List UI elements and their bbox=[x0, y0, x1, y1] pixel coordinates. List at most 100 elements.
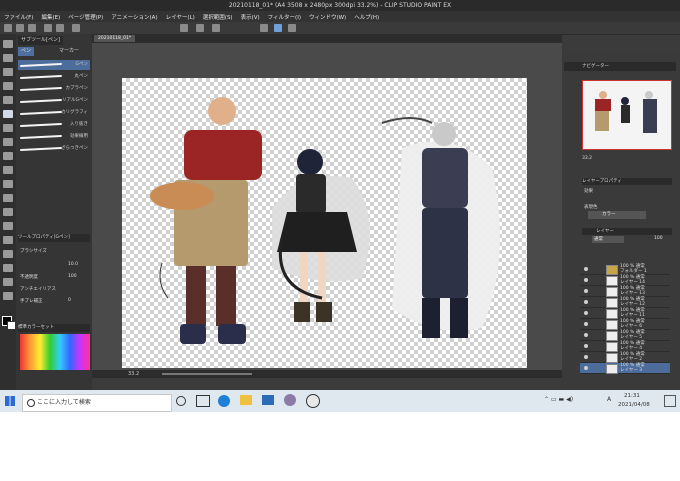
menu-layer[interactable]: レイヤー(L) bbox=[166, 13, 195, 21]
pencil-tool-icon[interactable] bbox=[3, 124, 13, 132]
tab-navigator[interactable]: ナビゲーター bbox=[564, 62, 676, 71]
lasso-tool-icon[interactable] bbox=[3, 82, 13, 90]
brush-item[interactable]: ざらつきペン bbox=[18, 144, 90, 154]
navigator-zoom-value[interactable]: 33.2 bbox=[582, 156, 592, 161]
deselect-icon[interactable] bbox=[212, 24, 220, 32]
open-file-icon[interactable] bbox=[16, 24, 24, 32]
fill-icon[interactable] bbox=[196, 24, 204, 32]
menu-view[interactable]: 表示(V) bbox=[241, 13, 260, 21]
undo-icon[interactable] bbox=[44, 24, 52, 32]
menu-page[interactable]: ページ管理(P) bbox=[68, 13, 103, 21]
tab-pen[interactable]: ペン bbox=[18, 47, 35, 56]
text-tool-icon[interactable] bbox=[3, 264, 13, 272]
transform-icon[interactable] bbox=[180, 24, 188, 32]
pen-tool-icon[interactable] bbox=[3, 110, 13, 118]
store-icon[interactable] bbox=[262, 395, 274, 405]
menu-selection[interactable]: 選択範囲(S) bbox=[203, 13, 233, 21]
layer-item[interactable]: 100 % 通常 レイヤー 11 bbox=[580, 308, 670, 319]
clear-icon[interactable] bbox=[72, 24, 80, 32]
visibility-eye-icon[interactable] bbox=[584, 355, 588, 359]
visibility-eye-icon[interactable] bbox=[584, 289, 588, 293]
layer-item[interactable]: 100 % 通常 レイヤー 12 bbox=[580, 297, 670, 308]
brush-item[interactable]: カブラペン bbox=[18, 84, 90, 94]
snap-ruler-icon[interactable] bbox=[260, 24, 268, 32]
layer-item[interactable]: 100 % 通常 レイヤー 2 bbox=[580, 352, 670, 363]
layer-item[interactable]: 100 % 通常 レイヤー 3 bbox=[580, 363, 670, 374]
select-tool-icon[interactable] bbox=[3, 68, 13, 76]
zoom-tool-icon[interactable] bbox=[3, 40, 13, 48]
correction-tool-icon[interactable] bbox=[3, 292, 13, 300]
brush-item[interactable]: Gペン bbox=[18, 60, 90, 70]
ime-indicator[interactable]: A bbox=[607, 396, 611, 403]
navigator-preview[interactable] bbox=[582, 80, 672, 150]
visibility-eye-icon[interactable] bbox=[584, 311, 588, 315]
layer-item[interactable]: 100 % 通常 レイヤー 13 bbox=[580, 286, 670, 297]
balloon-tool-icon[interactable] bbox=[3, 278, 13, 286]
menu-animation[interactable]: アニメーション(A) bbox=[111, 13, 157, 21]
brush-item[interactable]: 丸ペン bbox=[18, 72, 90, 82]
prop-stabilization-value[interactable]: 0 bbox=[68, 298, 71, 303]
eraser-tool-icon[interactable] bbox=[3, 166, 13, 174]
menu-help[interactable]: ヘルプ(H) bbox=[354, 13, 379, 21]
figure-tool-icon[interactable] bbox=[3, 222, 13, 230]
move-tool-icon[interactable] bbox=[3, 54, 13, 62]
frame-tool-icon[interactable] bbox=[3, 236, 13, 244]
snap-grid-icon[interactable] bbox=[288, 24, 296, 32]
visibility-eye-icon[interactable] bbox=[584, 278, 588, 282]
ruler-tool-icon[interactable] bbox=[3, 250, 13, 258]
layer-item[interactable]: 100 % 通常 レイヤー 5 bbox=[580, 330, 670, 341]
layer-opacity-value[interactable]: 100 bbox=[654, 236, 663, 241]
layer-item[interactable]: 100 % 通常 フォルダー 1 bbox=[580, 264, 670, 275]
prop-brush-size-value[interactable]: 10.0 bbox=[68, 262, 78, 267]
brush-item[interactable]: 効果線用 bbox=[18, 132, 90, 142]
taskbar-search-box[interactable]: ここに入力して検索 bbox=[22, 394, 172, 412]
file-explorer-icon[interactable] bbox=[240, 395, 252, 405]
blend-mode-select[interactable]: 通常 bbox=[592, 236, 624, 243]
task-view-icon[interactable] bbox=[196, 395, 210, 407]
visibility-eye-icon[interactable] bbox=[584, 300, 588, 304]
brush-item[interactable]: カリグラフィ bbox=[18, 108, 90, 118]
zoom-readout[interactable]: 33.2 bbox=[128, 371, 139, 377]
brush-item[interactable]: リアルGペン bbox=[18, 96, 90, 106]
airbrush-tool-icon[interactable] bbox=[3, 152, 13, 160]
visibility-eye-icon[interactable] bbox=[584, 344, 588, 348]
menu-window[interactable]: ウィンドウ(W) bbox=[309, 13, 346, 21]
cortana-icon[interactable] bbox=[176, 396, 186, 406]
layer-item[interactable]: 100 % 通常 レイヤー 6 bbox=[580, 319, 670, 330]
color-set-palette[interactable] bbox=[20, 334, 90, 370]
menu-filter[interactable]: フィルター(I) bbox=[268, 13, 301, 21]
blend-tool-icon[interactable] bbox=[3, 180, 13, 188]
mail-icon[interactable] bbox=[284, 394, 296, 406]
expression-color-select[interactable]: カラー bbox=[588, 211, 646, 219]
new-file-icon[interactable] bbox=[4, 24, 12, 32]
layer-item[interactable]: 100 % 通常 レイヤー 4 bbox=[580, 341, 670, 352]
fill-tool-icon[interactable] bbox=[3, 194, 13, 202]
windows-start-icon[interactable] bbox=[5, 396, 15, 406]
edge-browser-icon[interactable] bbox=[218, 395, 230, 407]
snap-special-ruler-icon[interactable] bbox=[274, 24, 282, 32]
visibility-eye-icon[interactable] bbox=[584, 333, 588, 337]
gradient-tool-icon[interactable] bbox=[3, 208, 13, 216]
canvas-tab[interactable]: 20210118_01* bbox=[94, 35, 136, 42]
prop-opacity-value[interactable]: 100 bbox=[68, 274, 77, 279]
clock-date[interactable]: 2021/04/08 bbox=[618, 402, 650, 408]
visibility-eye-icon[interactable] bbox=[584, 322, 588, 326]
menu-edit[interactable]: 編集(E) bbox=[41, 13, 60, 21]
notification-icon[interactable] bbox=[664, 395, 676, 407]
zoom-slider[interactable] bbox=[162, 373, 252, 375]
redo-icon[interactable] bbox=[56, 24, 64, 32]
menu-file[interactable]: ファイル(F) bbox=[4, 13, 33, 21]
visibility-eye-icon[interactable] bbox=[584, 267, 588, 271]
brush-tool-icon[interactable] bbox=[3, 138, 13, 146]
clip-studio-taskbar-icon[interactable] bbox=[306, 394, 320, 408]
eyedropper-tool-icon[interactable] bbox=[3, 96, 13, 104]
brush-item[interactable]: 入り抜き bbox=[18, 120, 90, 130]
clock-time[interactable]: 21:31 bbox=[624, 393, 640, 399]
visibility-eye-icon[interactable] bbox=[584, 366, 588, 370]
tab-marker[interactable]: マーカー bbox=[56, 47, 82, 56]
sub-color-swatch[interactable] bbox=[7, 321, 16, 330]
layer-item[interactable]: 100 % 通常 レイヤー 14 bbox=[580, 275, 670, 286]
system-tray-icons[interactable]: ⌃ ▭ ▬ ◀) bbox=[544, 396, 584, 404]
artwork-canvas[interactable] bbox=[122, 78, 527, 368]
save-icon[interactable] bbox=[28, 24, 36, 32]
